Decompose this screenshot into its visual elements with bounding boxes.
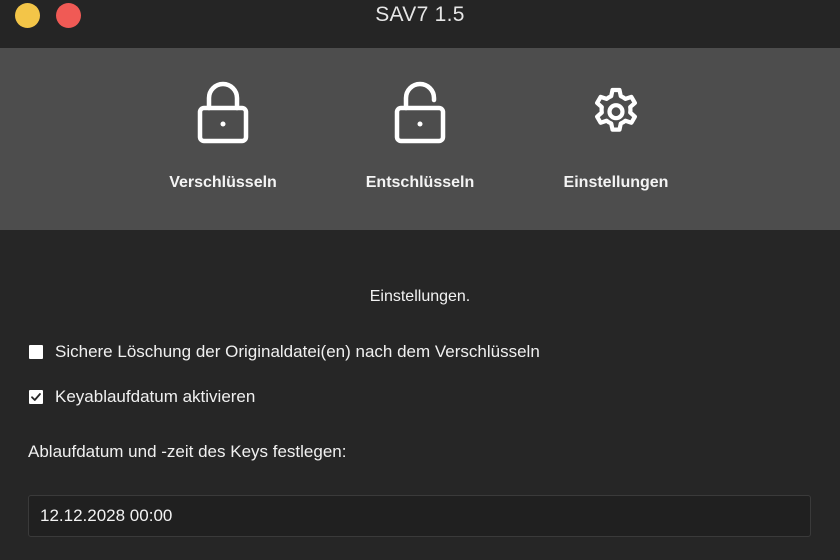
secure-delete-option[interactable]: Sichere Löschung der Originaldatei(en) n… xyxy=(29,341,540,363)
title-bar: SAV7 1.5 xyxy=(0,0,840,48)
secure-delete-checkbox[interactable] xyxy=(29,345,43,359)
checkmark-icon xyxy=(31,393,41,401)
key-expiry-label: Keyablaufdatum aktivieren xyxy=(55,387,256,406)
lock-open-icon xyxy=(390,78,450,148)
section-title: Einstellungen. xyxy=(369,288,471,305)
settings-panel: Einstellungen. Sichere Löschung der Orig… xyxy=(0,230,840,560)
key-expiry-option[interactable]: Keyablaufdatum aktivieren xyxy=(29,386,255,408)
settings-button[interactable]: Einstellungen xyxy=(531,48,701,230)
key-expiry-checkbox[interactable] xyxy=(29,390,43,404)
encrypt-label: Verschlüsseln xyxy=(169,174,277,191)
settings-label: Einstellungen xyxy=(563,174,669,191)
app-window: SAV7 1.5 Verschlüsseln Entschlüsseln Ein… xyxy=(0,0,840,560)
main-toolbar: Verschlüsseln Entschlüsseln Einstellunge… xyxy=(0,48,840,230)
gear-icon xyxy=(586,78,646,148)
lock-closed-icon xyxy=(193,78,253,148)
window-title: SAV7 1.5 xyxy=(375,3,465,26)
encrypt-button[interactable]: Verschlüsseln xyxy=(138,48,308,230)
expiry-field-label: Ablaufdatum und -zeit des Keys festlegen… xyxy=(28,442,347,461)
decrypt-button[interactable]: Entschlüsseln xyxy=(335,48,505,230)
secure-delete-label: Sichere Löschung der Originaldatei(en) n… xyxy=(55,342,540,361)
expiry-datetime-input[interactable] xyxy=(28,495,811,537)
decrypt-label: Entschlüsseln xyxy=(365,174,475,191)
